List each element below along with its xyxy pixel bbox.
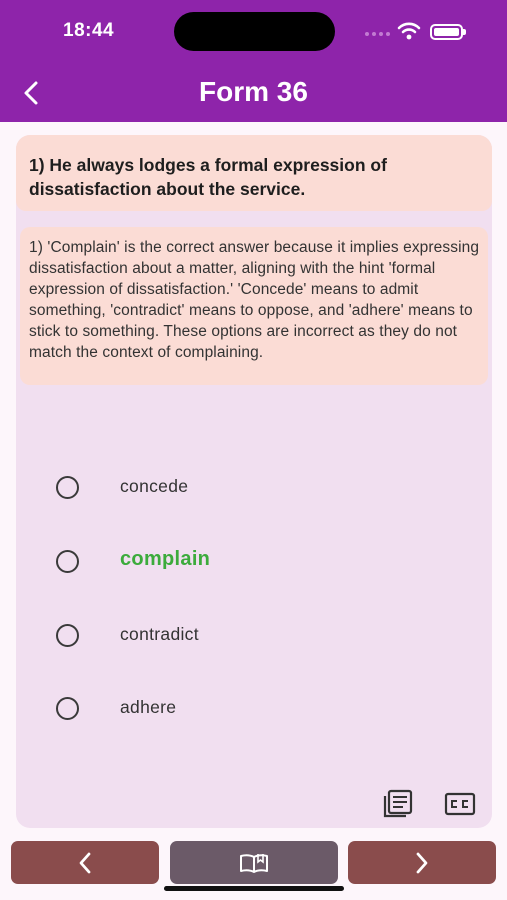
chevron-right-icon — [416, 852, 428, 873]
dynamic-island — [174, 12, 335, 51]
battery-icon — [430, 24, 466, 40]
explanation-text: 1) 'Complain' is the correct answer beca… — [20, 227, 488, 385]
radio-button[interactable] — [56, 623, 79, 647]
radio-button[interactable] — [56, 475, 79, 499]
radio-button[interactable] — [56, 549, 79, 573]
option-label: contradict — [120, 624, 199, 644]
page-title: Form 36 — [199, 76, 308, 107]
cellular-signal-icon — [365, 32, 390, 36]
radio-button[interactable] — [56, 696, 79, 720]
status-bar: 18:44 — [0, 0, 507, 64]
option-adhere[interactable]: adhere — [50, 687, 450, 729]
notes-icon[interactable] — [382, 789, 414, 819]
open-book-icon — [240, 853, 268, 873]
option-label: adhere — [120, 697, 177, 717]
cc-icon[interactable] — [444, 791, 476, 817]
top-bar: 18:44 Form 36 — [0, 0, 507, 122]
option-label-correct: complain — [120, 548, 211, 570]
question-text: 1) He always lodges a formal expression … — [16, 135, 492, 211]
app-bar: Form 36 — [0, 64, 507, 122]
option-label: concede — [120, 476, 189, 496]
home-indicator — [164, 886, 344, 891]
previous-button[interactable] — [11, 841, 159, 884]
status-time: 18:44 — [63, 20, 115, 41]
option-complain[interactable]: complain — [50, 540, 450, 582]
next-button[interactable] — [348, 841, 496, 884]
option-concede[interactable]: concede — [50, 466, 450, 508]
question-card: 1) He always lodges a formal expression … — [16, 135, 492, 828]
option-contradict[interactable]: contradict — [50, 614, 450, 656]
chevron-left-icon — [79, 852, 91, 873]
wifi-icon — [397, 22, 421, 40]
study-button[interactable] — [170, 841, 338, 884]
